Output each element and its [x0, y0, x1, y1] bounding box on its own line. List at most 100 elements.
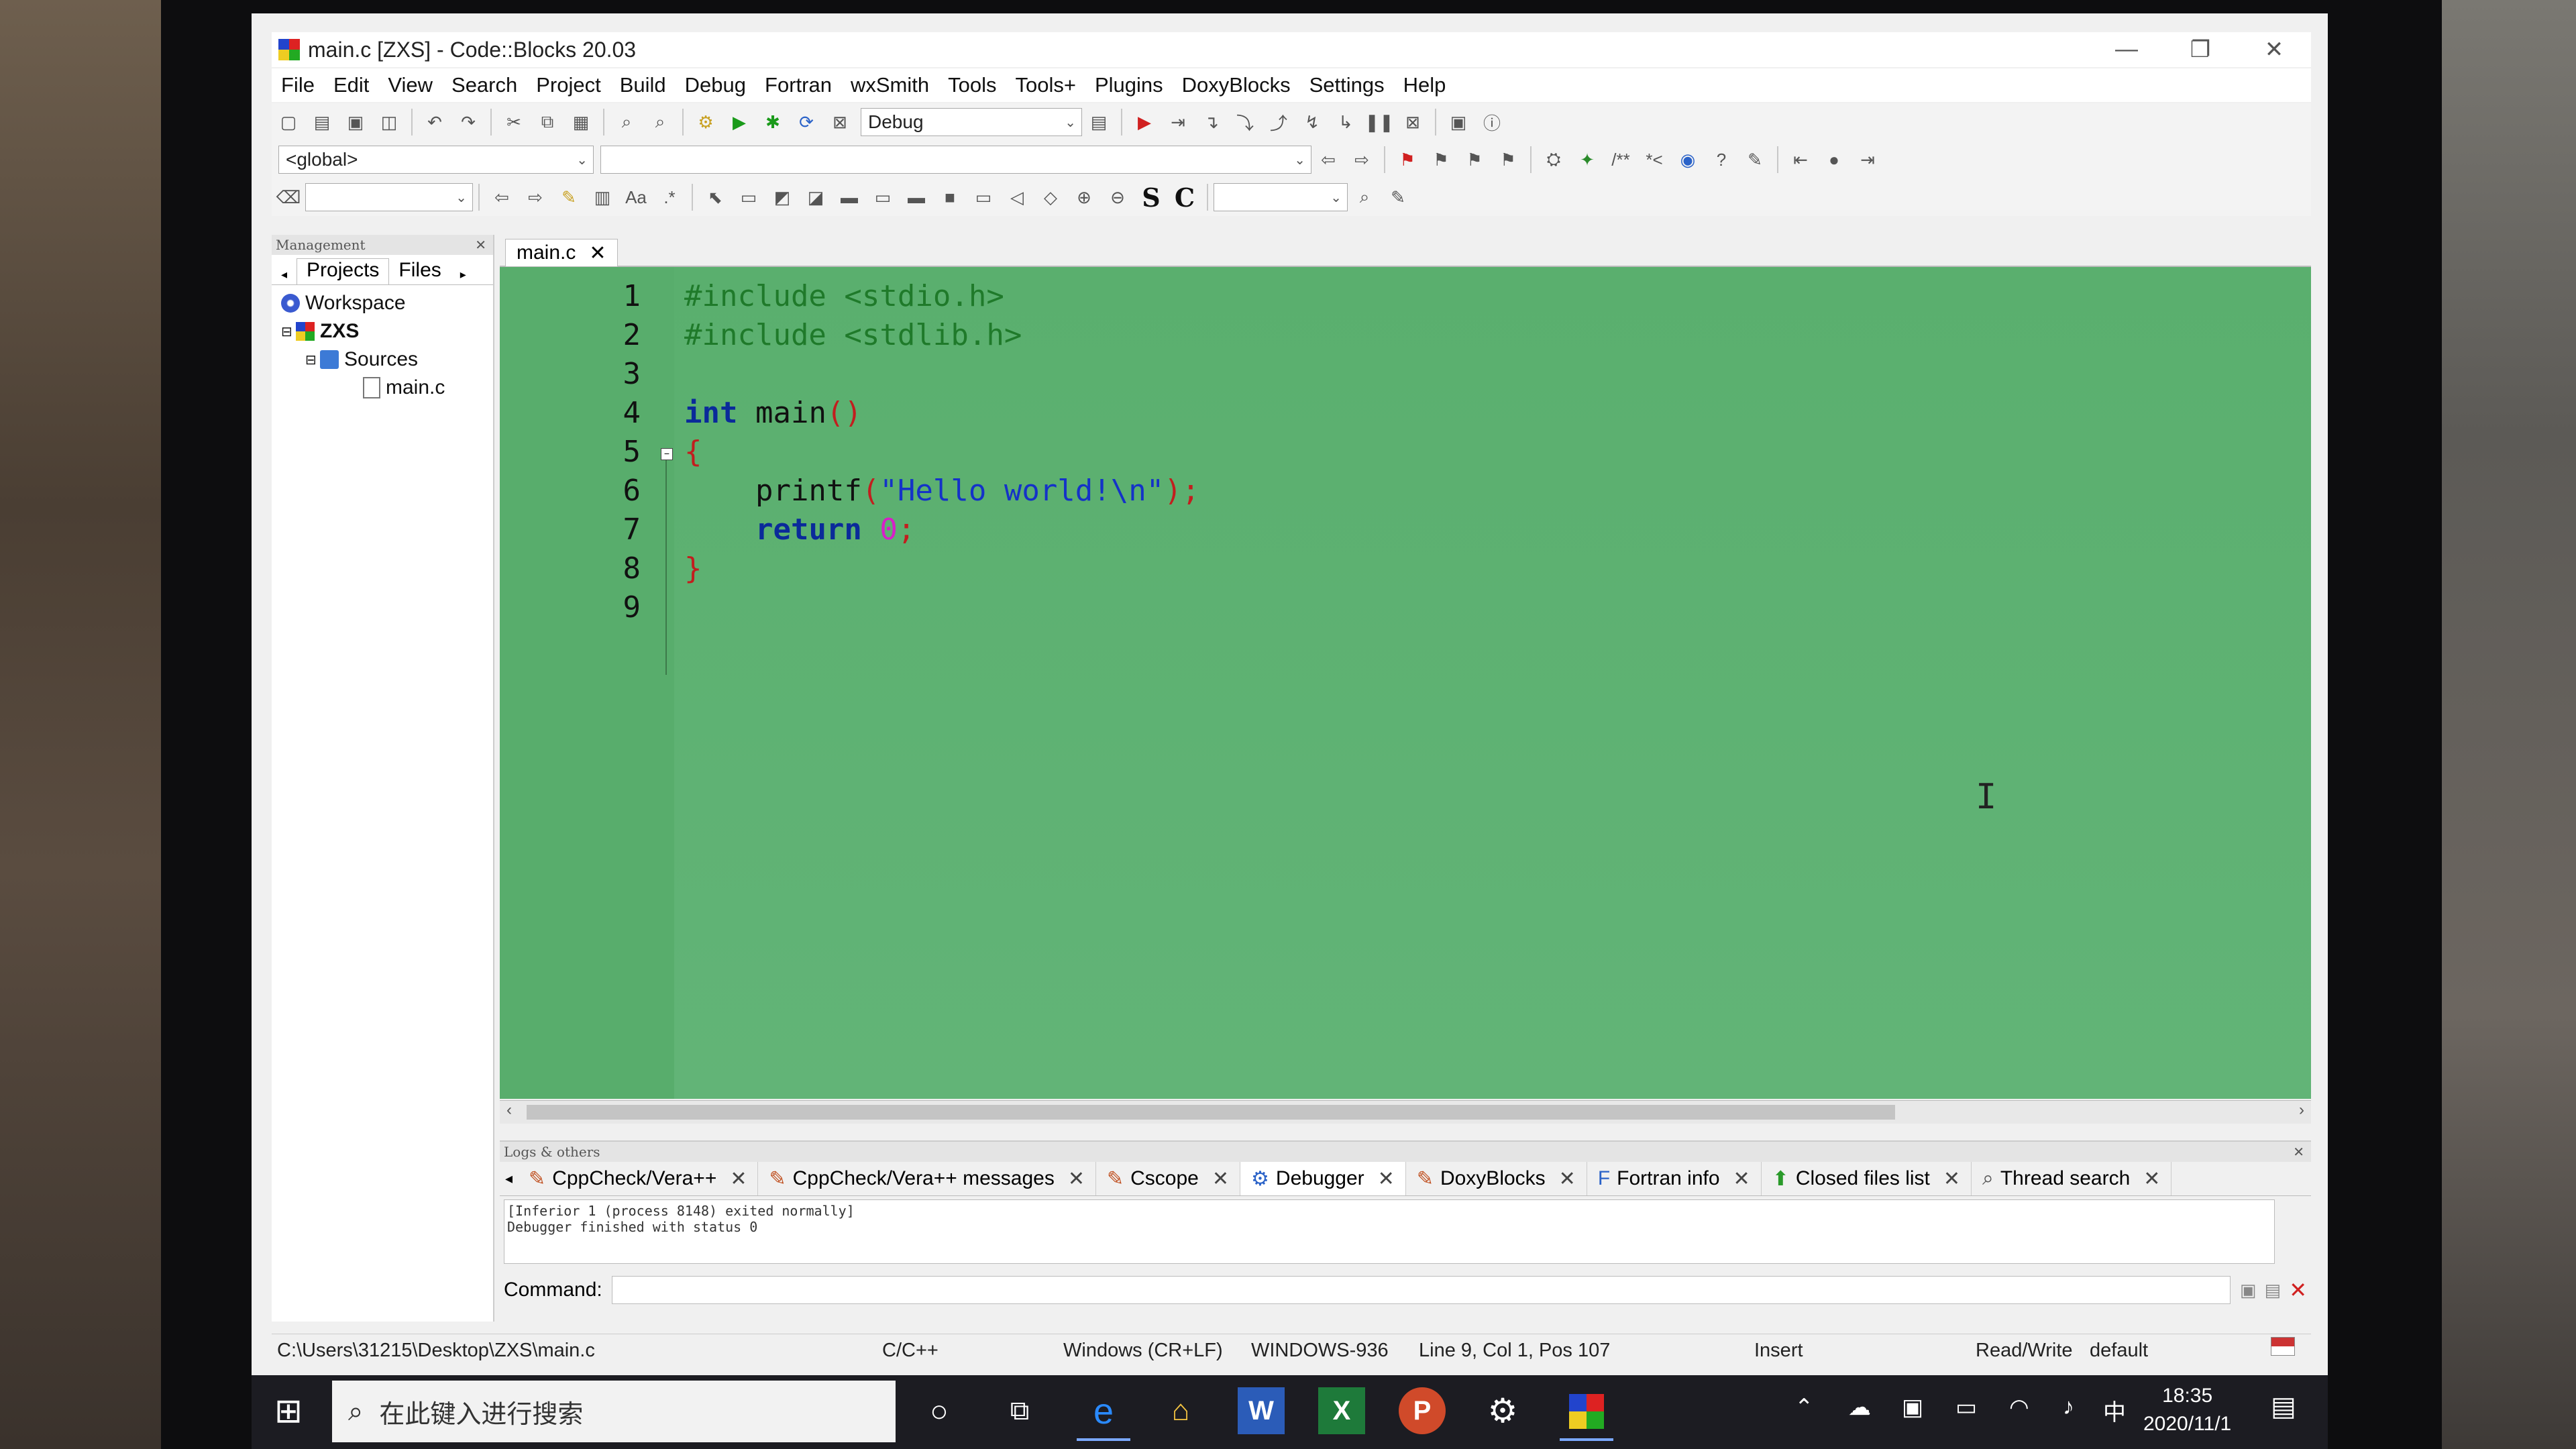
shape-b-icon[interactable]: ◁: [1004, 184, 1030, 211]
rectangle-tool-icon[interactable]: ▭: [735, 184, 762, 211]
tree-item-sources[interactable]: ⊟ Sources: [272, 345, 493, 374]
toggle-bookmark-icon[interactable]: ⚑: [1394, 146, 1421, 173]
debug-windows-icon[interactable]: ▣: [1445, 109, 1472, 136]
security-icon[interactable]: ▣: [1902, 1394, 1923, 1421]
scroll-right-icon[interactable]: ›: [2299, 1101, 2304, 1120]
edge-icon[interactable]: e: [1077, 1385, 1130, 1441]
symbol-find-icon[interactable]: ⌕: [1351, 184, 1378, 211]
tray-expand-icon[interactable]: ⌃: [1794, 1394, 1814, 1421]
menu-search[interactable]: Search: [442, 73, 527, 97]
block-comment-icon[interactable]: /**: [1607, 146, 1634, 173]
menu-tools-plus[interactable]: Tools+: [1006, 73, 1085, 97]
doxy-preferences-icon[interactable]: ✎: [1741, 146, 1768, 173]
step-into-instruction-icon[interactable]: ↳: [1332, 109, 1359, 136]
command-clear-icon[interactable]: ▤: [2265, 1280, 2282, 1301]
tab-closed-files[interactable]: ⬆ Closed files list ✕: [1762, 1162, 1972, 1195]
settings-icon[interactable]: ⚙: [1479, 1387, 1526, 1434]
nav-back-icon[interactable]: ⇤: [1787, 146, 1814, 173]
selected-text-icon[interactable]: ▥: [589, 184, 616, 211]
menu-file[interactable]: File: [272, 73, 324, 97]
redo-icon[interactable]: ↷: [455, 109, 482, 136]
stop-debug-icon[interactable]: ⊠: [1399, 109, 1426, 136]
diagonal-tool-icon[interactable]: ◪: [802, 184, 829, 211]
save-all-icon[interactable]: ◫: [376, 109, 402, 136]
function-select[interactable]: ⌄: [600, 146, 1311, 174]
store-icon[interactable]: ⌂: [1157, 1387, 1204, 1434]
scroll-left-icon[interactable]: ‹: [506, 1101, 512, 1120]
minimize-button[interactable]: —: [2090, 36, 2163, 63]
next-bookmark-icon[interactable]: ⚑: [1461, 146, 1488, 173]
search-text-input[interactable]: ⌄: [305, 183, 473, 211]
menu-debug[interactable]: Debug: [676, 73, 755, 97]
excel-icon[interactable]: X: [1318, 1387, 1365, 1434]
symbol-search-input[interactable]: ⌄: [1214, 183, 1348, 211]
tab-debugger[interactable]: ⚙ Debugger ✕: [1240, 1162, 1406, 1195]
build-target-select[interactable]: Debug ⌄: [861, 108, 1082, 136]
ime-indicator[interactable]: 中: [2103, 1394, 2126, 1427]
next-instruction-icon[interactable]: ↯: [1299, 109, 1326, 136]
wifi-icon[interactable]: ◠: [2009, 1394, 2029, 1421]
find-icon[interactable]: ⌕: [613, 109, 640, 136]
rebuild-icon[interactable]: ⟳: [793, 109, 820, 136]
menu-fortran[interactable]: Fortran: [755, 73, 841, 97]
paste-icon[interactable]: ▦: [568, 109, 594, 136]
menu-tools[interactable]: Tools: [938, 73, 1006, 97]
scope-select[interactable]: <global> ⌄: [278, 146, 594, 174]
zoom-in-icon[interactable]: ⊕: [1071, 184, 1097, 211]
layout-a-icon[interactable]: ▬: [836, 184, 863, 211]
doxyblocks-extract-icon[interactable]: ⛭: [1540, 146, 1567, 173]
menu-plugins[interactable]: Plugins: [1085, 73, 1173, 97]
close-icon[interactable]: ✕: [1068, 1167, 1085, 1191]
abort-icon[interactable]: ⊠: [826, 109, 853, 136]
tab-scroll-right-icon[interactable]: ▸: [451, 268, 476, 284]
tree-item-project[interactable]: ⊟ ZXS: [272, 317, 493, 345]
menu-edit[interactable]: Edit: [324, 73, 378, 97]
debug-info-icon[interactable]: ⓘ: [1479, 109, 1505, 136]
cut-icon[interactable]: ✂: [500, 109, 527, 136]
tray-clock[interactable]: 18:35 2020/11/1: [2143, 1382, 2231, 1438]
command-stop-icon[interactable]: ✕: [2289, 1277, 2307, 1303]
clear-search-icon[interactable]: ⌫: [275, 184, 302, 211]
debugger-output[interactable]: [Inferior 1 (process 8148) exited normal…: [504, 1199, 2275, 1264]
undo-icon[interactable]: ↶: [421, 109, 448, 136]
tool-s-button[interactable]: S: [1138, 182, 1165, 213]
command-input[interactable]: [611, 1276, 2231, 1304]
layout-d-icon[interactable]: ■: [936, 184, 963, 211]
menu-doxyblocks[interactable]: DoxyBlocks: [1173, 73, 1300, 97]
chm-docs-icon[interactable]: ?: [1708, 146, 1735, 173]
clear-bookmarks-icon[interactable]: ⚑: [1495, 146, 1521, 173]
taskbar-search-box[interactable]: ⌕ 在此键入进行搜索: [332, 1381, 896, 1442]
run-to-cursor-icon[interactable]: ⇥: [1165, 109, 1191, 136]
build-run-icon[interactable]: ✱: [759, 109, 786, 136]
highlight-icon[interactable]: ✎: [555, 184, 582, 211]
close-icon[interactable]: ✕: [589, 241, 606, 265]
doxyblocks-run-icon[interactable]: ✦: [1574, 146, 1601, 173]
prev-bookmark-icon[interactable]: ⚑: [1428, 146, 1454, 173]
pause-icon[interactable]: ❚❚: [1364, 109, 1394, 136]
notification-icon[interactable]: ▤: [2271, 1391, 2296, 1422]
tab-main-c[interactable]: main.c ✕: [505, 239, 618, 266]
onedrive-icon[interactable]: ☁: [1848, 1394, 1871, 1421]
open-file-icon[interactable]: ▤: [309, 109, 335, 136]
close-icon[interactable]: ✕: [475, 235, 486, 255]
shape-a-icon[interactable]: ▭: [970, 184, 997, 211]
frame-tool-icon[interactable]: ◩: [769, 184, 796, 211]
horizontal-scrollbar[interactable]: ‹ ›: [500, 1100, 2311, 1124]
command-options-icon[interactable]: ▣: [2240, 1280, 2257, 1301]
tab-files[interactable]: Files: [389, 259, 450, 284]
html-docs-icon[interactable]: ◉: [1674, 146, 1701, 173]
scrollbar-thumb[interactable]: [527, 1105, 1895, 1120]
tab-scroll-left-icon[interactable]: ◂: [272, 268, 297, 284]
menu-project[interactable]: Project: [527, 73, 610, 97]
debug-start-icon[interactable]: ▶: [1131, 109, 1158, 136]
maximize-button[interactable]: ❐: [2163, 36, 2237, 63]
find-prev-icon[interactable]: ⇦: [488, 184, 515, 211]
menu-help[interactable]: Help: [1394, 73, 1456, 97]
select-tool-icon[interactable]: ⬉: [702, 184, 729, 211]
close-icon[interactable]: ✕: [1212, 1167, 1229, 1191]
run-icon[interactable]: ▶: [726, 109, 753, 136]
menu-build[interactable]: Build: [610, 73, 676, 97]
tab-doxyblocks[interactable]: ✎ DoxyBlocks ✕: [1406, 1162, 1587, 1195]
close-icon[interactable]: ✕: [1733, 1167, 1750, 1191]
close-icon[interactable]: ✕: [1559, 1167, 1576, 1191]
